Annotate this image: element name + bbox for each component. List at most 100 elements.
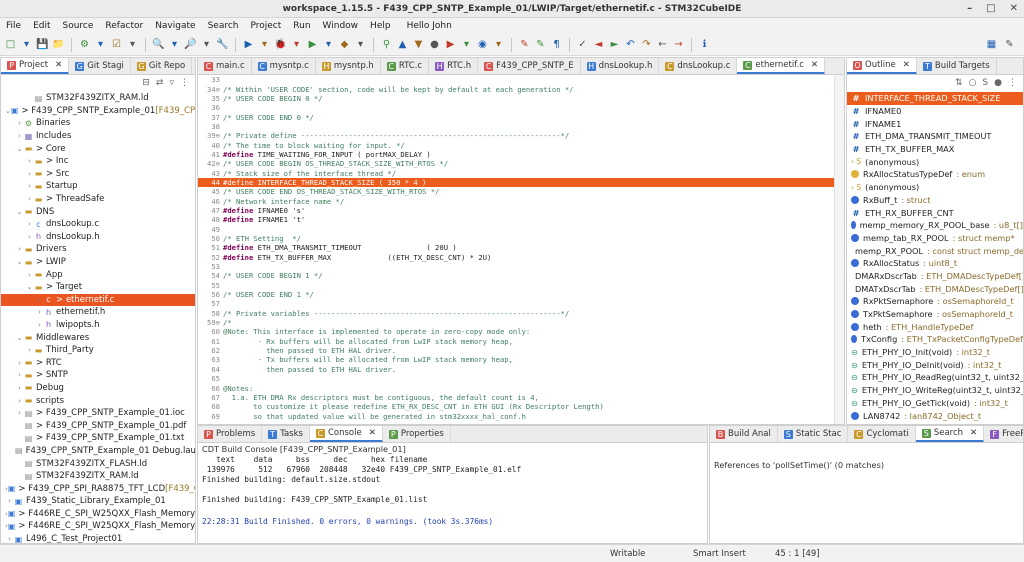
outline-item[interactable]: RxBuff_t: struct <box>847 194 1023 207</box>
tree-item[interactable]: › h dnsLookup.h <box>1 231 195 244</box>
collapsed-arrow-icon[interactable]: › <box>15 384 24 392</box>
hide-nonpublic-icon[interactable]: ● <box>994 78 1002 88</box>
expanded-arrow-icon[interactable]: ⌄ <box>25 283 34 291</box>
tree-item[interactable]: › ▬ Startup <box>1 180 195 193</box>
target-icon[interactable]: ⚲ <box>380 38 393 51</box>
forward-icon[interactable]: → <box>672 38 685 51</box>
tree-item[interactable]: › ▬ Third_Party <box>1 344 195 357</box>
tree-item[interactable]: ⌄▣> F439_CPP_SNTP_Example_01 [F439_CPP_S… <box>1 105 195 118</box>
minimize-icon[interactable]: – <box>967 0 972 18</box>
outline-item[interactable]: DMATxDscrTab: ETH_DMADescTypeDef[] <box>847 282 1023 295</box>
tab-rtc-h[interactable]: H RTC.h <box>429 58 479 74</box>
run-last-icon[interactable]: ▶ <box>306 38 319 51</box>
find-icon[interactable]: 🔎 <box>184 38 197 51</box>
tree-item[interactable]: › ▬ Drivers <box>1 243 195 256</box>
outline-item[interactable]: memp_tab_RX_POOL: struct memp* <box>847 232 1023 245</box>
down-icon[interactable]: ▼ <box>412 38 425 51</box>
tree-item[interactable]: › ▬ Debug <box>1 382 195 395</box>
tree-item[interactable]: ▤ STM32F439ZITX_RAM.ld <box>1 92 195 105</box>
diamond-icon[interactable]: ◆ <box>338 38 351 51</box>
tab-rtc-c[interactable]: C RTC.c <box>381 58 430 74</box>
expanded-arrow-icon[interactable]: ⌄ <box>15 208 24 216</box>
info-icon[interactable]: ℹ <box>698 38 711 51</box>
dropdown-icon[interactable]: ▾ <box>94 38 107 51</box>
menu-item[interactable]: Window <box>323 21 359 31</box>
paragraph-icon[interactable]: ¶ <box>550 38 563 51</box>
menu-item[interactable]: Refactor <box>105 21 143 31</box>
collapsed-arrow-icon[interactable]: › <box>15 409 24 417</box>
expanded-arrow-icon[interactable]: ⌄ <box>15 258 24 266</box>
tree-item[interactable]: › ▬ > RTC <box>1 356 195 369</box>
outline-item[interactable]: # ETH_TX_BUFFER_MAX <box>847 143 1023 156</box>
view-menu-icon[interactable]: ⋮ <box>1008 78 1017 88</box>
tab-tasks[interactable]: T Tasks <box>262 426 310 442</box>
editor-scrollbar[interactable] <box>834 75 844 424</box>
dropdown-icon[interactable]: ▾ <box>20 38 33 51</box>
back-icon[interactable]: ← <box>656 38 669 51</box>
dropdown-icon[interactable]: ▾ <box>460 38 473 51</box>
prev-icon[interactable]: ◄ <box>592 38 605 51</box>
redo-icon[interactable]: ↷ <box>640 38 653 51</box>
tree-item[interactable]: ▤ > F439_CPP_SNTP_Example_01.pdf <box>1 419 195 432</box>
dropdown-icon[interactable]: ▾ <box>200 38 213 51</box>
tab-project[interactable]: P Project ✕ <box>1 58 70 74</box>
tree-item[interactable]: › ▦ Includes <box>1 130 195 143</box>
menu-item[interactable]: Source <box>63 21 94 31</box>
menu-item[interactable]: Project <box>250 21 281 31</box>
save-icon[interactable]: 💾 <box>36 38 49 51</box>
tab-freertos[interactable]: FFreeRTOS <box>984 426 1023 442</box>
tab-ethernetif-c[interactable]: Cethernetif.c ✕ <box>737 58 826 74</box>
tree-item[interactable]: › ▬ > ThreadSafe <box>1 193 195 206</box>
collapse-all-icon[interactable]: ⊟ <box>142 78 150 88</box>
menu-item[interactable]: Help <box>370 21 391 31</box>
outline-item[interactable]: RxAllocStatus: uint8_t <box>847 257 1023 270</box>
tool-icon[interactable]: 🔧 <box>216 38 229 51</box>
collapsed-arrow-icon[interactable]: › <box>35 321 44 329</box>
tab-mysntp-h[interactable]: Hmysntp.h <box>316 58 381 74</box>
tree-item[interactable]: ▤ F439_CPP_SNTP_Example_01 Debug.launch <box>1 445 195 458</box>
tab-outline[interactable]: O Outline ✕ <box>847 58 917 74</box>
collapsed-arrow-icon[interactable]: › <box>25 346 34 354</box>
tree-item[interactable]: › ▬ > SNTP <box>1 369 195 382</box>
close-tab-icon[interactable]: ✕ <box>55 60 62 70</box>
collapsed-arrow-icon[interactable]: › <box>15 397 24 405</box>
record-icon[interactable]: ● <box>428 38 441 51</box>
check-icon[interactable]: ✓ <box>576 38 589 51</box>
tree-item[interactable]: ›▣> F446RE_C_SPI_W25QXX_Flash_Memory [F4… <box>1 508 195 521</box>
tab-mysntp-c[interactable]: Cmysntp.c <box>252 58 316 74</box>
tree-item[interactable]: ›▣> F439_CPP_SPI_RA8875_TFT_LCD [F439_CP… <box>1 482 195 495</box>
dropdown-icon[interactable]: ▾ <box>322 38 335 51</box>
tab-git-repo[interactable]: G Git Repo <box>131 58 193 74</box>
edit-icon[interactable]: ✎ <box>518 38 531 51</box>
dropdown-icon[interactable]: ▾ <box>354 38 367 51</box>
collapsed-arrow-icon[interactable]: › <box>15 359 24 367</box>
expanded-arrow-icon[interactable]: ⌄ <box>15 145 24 153</box>
next-icon[interactable]: ► <box>608 38 621 51</box>
outline-item[interactable]: › S (anonymous) <box>847 155 1023 168</box>
tab-console[interactable]: C Console ✕ <box>309 426 383 442</box>
search-icon[interactable]: 🔍 <box>152 38 165 51</box>
tab-f439-cpp-sntp-e[interactable]: C F439_CPP_SNTP_E <box>478 58 581 74</box>
tree-item[interactable]: ⌄ ▬ > Target <box>1 281 195 294</box>
tree-item[interactable]: › c dnsLookup.c <box>1 218 195 231</box>
tree-item[interactable]: › ▣ L496_C_Test_Project01 <box>1 533 195 543</box>
collapsed-arrow-icon[interactable]: › <box>25 271 34 279</box>
debug-icon[interactable]: 🐞 <box>274 38 287 51</box>
close-tab-icon[interactable]: ✕ <box>970 428 977 438</box>
menu-item[interactable]: File <box>6 21 21 31</box>
tab-dnslookup-h[interactable]: HdnsLookup.h <box>581 58 660 74</box>
dropdown-icon[interactable]: ▾ <box>168 38 181 51</box>
tab-build-targets[interactable]: T Build Targets <box>917 58 997 74</box>
dropdown-icon[interactable]: ▾ <box>290 38 303 51</box>
outline-item[interactable]: › S (anonymous) <box>847 181 1023 194</box>
collapsed-arrow-icon[interactable]: › <box>25 182 34 190</box>
outline-item[interactable]: DMARxDscrTab: ETH_DMADescTypeDef[] <box>847 270 1023 283</box>
collapsed-arrow-icon[interactable]: › <box>35 296 44 304</box>
menu-item[interactable]: Search <box>208 21 239 31</box>
collapsed-arrow-icon[interactable]: › <box>15 119 24 127</box>
collapsed-arrow-icon[interactable]: › <box>35 308 44 316</box>
tree-item[interactable]: › ▤ > F439_CPP_SNTP_Example_01.ioc <box>1 407 195 420</box>
tree-item[interactable]: ▤ STM32F439ZITX_FLASH.ld <box>1 457 195 470</box>
hide-fields-icon[interactable]: ○ <box>969 78 977 88</box>
tree-item[interactable]: ⌄ ▬ > Core <box>1 142 195 155</box>
